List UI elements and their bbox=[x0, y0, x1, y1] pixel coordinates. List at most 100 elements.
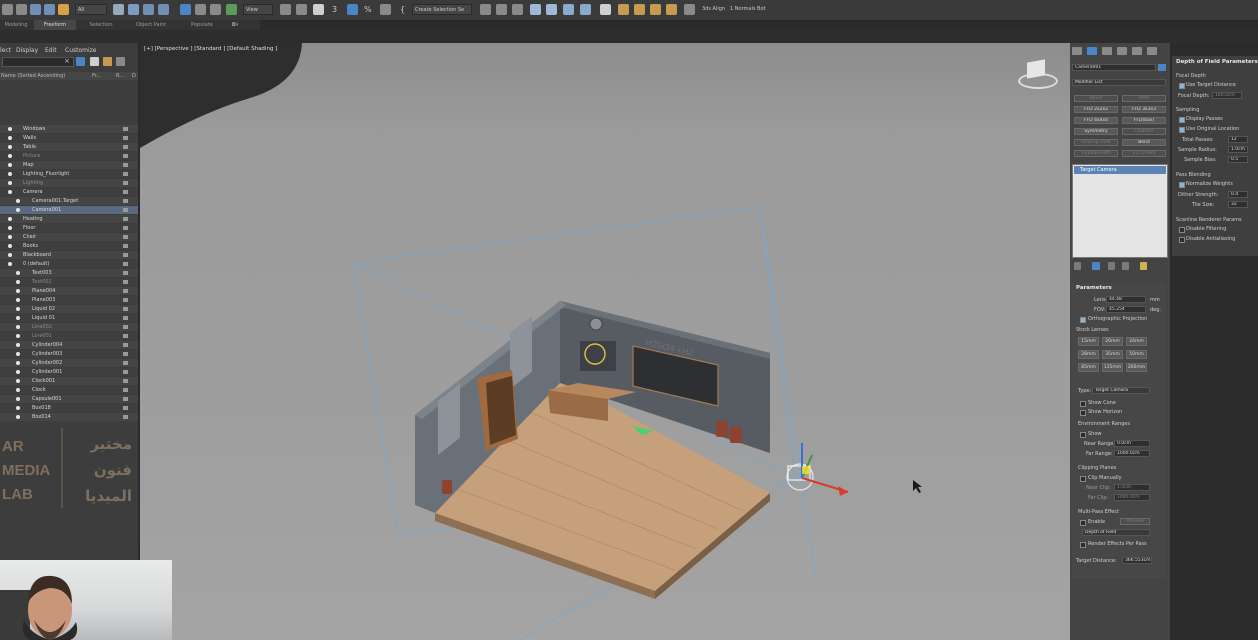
visibility-eye-icon[interactable] bbox=[8, 181, 12, 185]
renderable-icon[interactable] bbox=[123, 361, 128, 365]
stack-item-target-camera[interactable]: Target Camera bbox=[1074, 166, 1166, 174]
tree-row[interactable]: Table bbox=[0, 143, 138, 151]
visibility-eye-icon[interactable] bbox=[8, 172, 12, 176]
menu-select[interactable]: lect bbox=[0, 47, 11, 54]
named-selection-dropdown[interactable]: Create Selection Se bbox=[412, 4, 472, 15]
tree-row[interactable]: Cylinder004 bbox=[0, 341, 138, 349]
renderable-icon[interactable] bbox=[123, 343, 128, 347]
stock-lens-button[interactable]: 20mm bbox=[1102, 337, 1123, 346]
visibility-eye-icon[interactable] bbox=[8, 127, 12, 131]
object-color-swatch[interactable] bbox=[1158, 64, 1166, 71]
align-icon[interactable] bbox=[496, 4, 507, 15]
near-range-spinner[interactable]: 0.0cm bbox=[1114, 440, 1150, 447]
fov-spinner[interactable]: 45.254 bbox=[1106, 306, 1146, 313]
visibility-eye-icon[interactable] bbox=[16, 361, 20, 365]
select-and-scale-icon[interactable] bbox=[210, 4, 221, 15]
renderable-icon[interactable] bbox=[123, 262, 128, 266]
tree-row[interactable]: Map bbox=[0, 161, 138, 169]
motion-tab-icon[interactable] bbox=[1117, 47, 1127, 55]
stock-lens-button[interactable]: 135mm bbox=[1102, 363, 1123, 372]
visibility-eye-icon[interactable] bbox=[16, 208, 20, 212]
modifier-button[interactable]: Chamfer bbox=[1122, 128, 1166, 135]
ribbon-options-icon[interactable]: ◘▾ bbox=[228, 20, 242, 30]
use-original-location-checkbox[interactable] bbox=[1179, 127, 1185, 133]
visibility-eye-icon[interactable] bbox=[8, 235, 12, 239]
stock-lens-button[interactable]: 85mm bbox=[1078, 363, 1099, 372]
tree-row[interactable]: Text002 bbox=[0, 278, 138, 286]
clip-manually-checkbox[interactable] bbox=[1080, 476, 1086, 482]
tree-row[interactable]: Clock bbox=[0, 386, 138, 394]
parameters-title[interactable]: Parameters bbox=[1076, 285, 1112, 291]
modify-tab-icon[interactable] bbox=[1087, 47, 1097, 55]
tree-row[interactable]: Heating bbox=[0, 215, 138, 223]
renderable-icon[interactable] bbox=[123, 136, 128, 140]
make-unique-icon[interactable] bbox=[1108, 262, 1115, 270]
dof-title[interactable]: Depth of Field Parameters bbox=[1176, 59, 1258, 65]
show-cone-checkbox[interactable] bbox=[1080, 401, 1086, 407]
visibility-eye-icon[interactable] bbox=[16, 334, 20, 338]
tree-row[interactable]: Cylinder001 bbox=[0, 368, 138, 376]
pin-stack-icon[interactable] bbox=[1074, 262, 1081, 270]
renderable-icon[interactable] bbox=[123, 406, 128, 410]
tree-row[interactable]: Capsule001 bbox=[0, 395, 138, 403]
remove-modifier-icon[interactable] bbox=[1122, 262, 1129, 270]
renderable-icon[interactable] bbox=[123, 181, 128, 185]
tab-populate[interactable]: Populate bbox=[180, 20, 224, 30]
renderable-icon[interactable] bbox=[123, 217, 128, 221]
display-passes-checkbox[interactable] bbox=[1179, 117, 1185, 123]
target-distance-spinner[interactable]: 366.553cm bbox=[1122, 557, 1152, 564]
utilities-tab-icon[interactable] bbox=[1147, 47, 1157, 55]
render-effects-checkbox[interactable] bbox=[1080, 542, 1086, 548]
modifier-button[interactable]: Bevel bbox=[1074, 95, 1118, 102]
percent-snap-icon[interactable]: % bbox=[364, 4, 372, 15]
pin-icon[interactable] bbox=[90, 57, 99, 66]
unlink-icon[interactable] bbox=[44, 4, 55, 15]
stock-lens-button[interactable]: 35mm bbox=[1102, 350, 1123, 359]
renderable-icon[interactable] bbox=[123, 280, 128, 284]
ribbon-toggle-icon[interactable] bbox=[546, 4, 557, 15]
scene-explorer-icon[interactable] bbox=[530, 4, 541, 15]
orthographic-checkbox[interactable] bbox=[1080, 317, 1086, 323]
link-icon[interactable] bbox=[30, 4, 41, 15]
select-and-rotate-icon[interactable] bbox=[195, 4, 206, 15]
visibility-eye-icon[interactable] bbox=[16, 406, 20, 410]
a360-gallery-icon[interactable] bbox=[684, 4, 695, 15]
pivot-center-icon[interactable] bbox=[280, 4, 291, 15]
visibility-eye-icon[interactable] bbox=[8, 226, 12, 230]
render-in-cloud-icon[interactable] bbox=[666, 4, 677, 15]
visibility-eye-icon[interactable] bbox=[8, 163, 12, 167]
renderable-icon[interactable] bbox=[123, 334, 128, 338]
visibility-eye-icon[interactable] bbox=[16, 307, 20, 311]
tree-row[interactable]: Picture bbox=[0, 152, 138, 160]
visibility-eye-icon[interactable] bbox=[8, 145, 12, 149]
visibility-eye-icon[interactable] bbox=[16, 379, 20, 383]
column-name[interactable]: Name (Sorted Ascending) bbox=[1, 72, 65, 80]
selection-filter-dropdown[interactable]: All bbox=[75, 4, 107, 15]
layer-options-icon[interactable] bbox=[116, 57, 125, 66]
visibility-eye-icon[interactable] bbox=[16, 352, 20, 356]
tree-row[interactable]: Line001 bbox=[0, 332, 138, 340]
column-frozen[interactable]: Fr... bbox=[92, 72, 101, 80]
find-icon[interactable] bbox=[76, 57, 85, 66]
tree-row[interactable]: Box014 bbox=[0, 413, 138, 421]
disable-filtering-checkbox[interactable] bbox=[1179, 227, 1185, 233]
tree-row[interactable]: Windows bbox=[0, 125, 138, 133]
tree-row[interactable]: Plane004 bbox=[0, 287, 138, 295]
tree-row[interactable]: Camera bbox=[0, 188, 138, 196]
select-manipulate-icon[interactable] bbox=[296, 4, 307, 15]
stock-lens-button[interactable]: 24mm bbox=[1126, 337, 1147, 346]
renderable-icon[interactable] bbox=[123, 289, 128, 293]
tree-row[interactable]: Walls bbox=[0, 134, 138, 142]
renderable-icon[interactable] bbox=[123, 352, 128, 356]
sample-bias-spinner[interactable]: 0.5 bbox=[1228, 156, 1248, 163]
tree-row[interactable]: Blackboard bbox=[0, 251, 138, 259]
render-setup-icon[interactable] bbox=[618, 4, 629, 15]
tile-size-spinner[interactable]: 32 bbox=[1228, 201, 1248, 208]
normals-tool-label[interactable]: 1 Normals Bot bbox=[730, 4, 766, 15]
renderable-icon[interactable] bbox=[123, 388, 128, 392]
effect-dropdown[interactable]: Depth of Field bbox=[1082, 529, 1150, 536]
modifier-button[interactable]: FFD 2x2x2 bbox=[1074, 106, 1118, 113]
spinner-snap-icon[interactable] bbox=[380, 4, 391, 15]
modifier-button[interactable]: STL Check bbox=[1122, 150, 1166, 157]
dither-strength-spinner[interactable]: 0.4 bbox=[1228, 191, 1248, 198]
